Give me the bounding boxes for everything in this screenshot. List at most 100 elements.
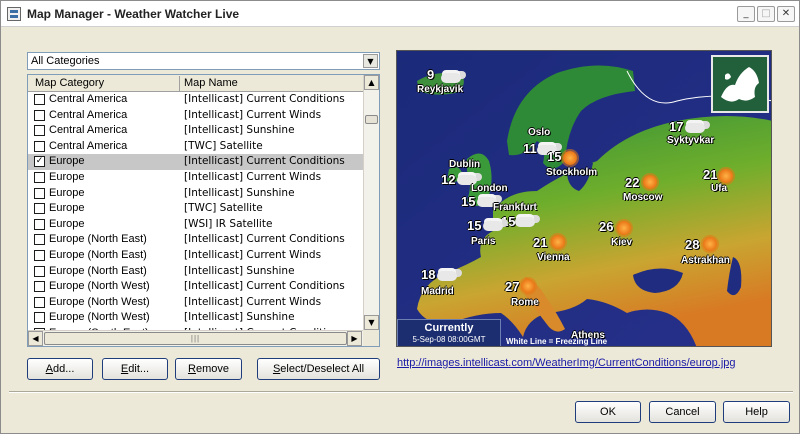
horizontal-scrollbar[interactable]: ◀ ||| ▶ bbox=[28, 330, 379, 346]
sun-icon bbox=[617, 221, 631, 235]
list-row[interactable]: Europe [Intellicast] Sunshine bbox=[28, 186, 364, 202]
city-temp-rome: 27 bbox=[505, 279, 520, 294]
city-label-syktyvkar: Syktyvkar bbox=[667, 135, 715, 146]
help-button[interactable]: Help bbox=[723, 401, 790, 423]
row-checkbox[interactable] bbox=[34, 140, 45, 152]
list-row[interactable]: Central America [Intellicast] Sunshine bbox=[28, 123, 364, 139]
row-checkbox[interactable] bbox=[34, 249, 45, 261]
add-button[interactable]: Add... bbox=[27, 358, 93, 380]
row-checkbox[interactable] bbox=[34, 94, 45, 105]
row-map-category: Europe (North East) bbox=[49, 248, 147, 261]
city-label-oslo: Oslo bbox=[528, 127, 551, 138]
row-map-name: [Intellicast] Sunshine bbox=[184, 186, 295, 199]
scroll-right-icon[interactable]: ▶ bbox=[347, 331, 362, 346]
row-map-name: [Intellicast] Current Conditions bbox=[184, 280, 345, 293]
list-row[interactable]: Europe (North West) [Intellicast] Sunshin… bbox=[28, 310, 364, 326]
row-map-category: Europe bbox=[49, 217, 85, 230]
city-temp-paris: 15 bbox=[467, 218, 482, 233]
sun-icon bbox=[703, 237, 717, 251]
list-rows: Central America [Intellicast] Current Con… bbox=[28, 92, 364, 330]
cloud-sun-icon bbox=[441, 73, 461, 83]
scrollbar-corner bbox=[363, 330, 379, 346]
scroll-left-icon[interactable]: ◀ bbox=[28, 331, 43, 346]
row-checkbox[interactable] bbox=[34, 234, 45, 246]
row-checkbox[interactable] bbox=[34, 171, 45, 183]
row-map-name: [Intellicast] Sunshine bbox=[184, 311, 295, 324]
list-row[interactable]: Central America [Intellicast] Current Win… bbox=[28, 108, 364, 124]
vertical-scrollbar[interactable]: ▲ ▼ bbox=[363, 75, 379, 330]
edit-button[interactable]: Edit... bbox=[102, 358, 168, 380]
row-map-name: [Intellicast] Current Conditions bbox=[184, 233, 345, 246]
current-time-box: Currently 5-Sep-08 08:00GMT bbox=[397, 319, 501, 346]
sun-icon bbox=[719, 169, 733, 183]
chevron-down-icon[interactable]: ▼ bbox=[363, 54, 378, 68]
row-map-category: Europe (North West) bbox=[49, 280, 150, 293]
current-label: Currently bbox=[424, 322, 474, 334]
category-dropdown[interactable]: All Categories ▼ bbox=[27, 52, 380, 70]
city-temp-madrid: 18 bbox=[421, 267, 436, 282]
column-header-map-category[interactable]: Map Category bbox=[35, 77, 104, 89]
sun-icon bbox=[643, 175, 657, 189]
row-checkbox[interactable] bbox=[34, 125, 45, 137]
row-map-name: [WSI] IR Satellite bbox=[184, 217, 273, 230]
city-temp-frankfurt: 15 bbox=[501, 214, 516, 229]
city-label-london: London bbox=[471, 183, 508, 194]
horizontal-scroll-thumb[interactable]: ||| bbox=[44, 332, 347, 345]
row-checkbox[interactable] bbox=[34, 109, 45, 121]
map-list[interactable]: Map Category Map Name Central America [In… bbox=[27, 74, 380, 347]
remove-button[interactable]: Remove bbox=[175, 358, 242, 380]
list-row[interactable]: Europe (North East) [Intellicast] Sunshin… bbox=[28, 264, 364, 280]
city-label-frankfurt: Frankfurt bbox=[493, 202, 537, 213]
city-label-moscow: Moscow bbox=[623, 192, 663, 203]
row-checkbox[interactable] bbox=[34, 281, 45, 293]
list-row[interactable]: Europe [TWC] Satellite bbox=[28, 201, 364, 217]
row-map-name: [Intellicast] Current Winds bbox=[184, 170, 322, 183]
list-row[interactable]: Europe (North East) [Intellicast] Current… bbox=[28, 248, 364, 264]
row-map-category: Central America bbox=[49, 124, 128, 137]
city-label-rome: Rome bbox=[511, 297, 539, 308]
city-label-kiev: Kiev bbox=[611, 237, 633, 248]
maximize-button[interactable]: □ bbox=[757, 6, 775, 22]
list-row[interactable]: Europe [WSI] IR Satellite bbox=[28, 217, 364, 233]
scroll-down-icon[interactable]: ▼ bbox=[364, 315, 379, 330]
list-row[interactable]: Central America [Intellicast] Current Con… bbox=[28, 92, 364, 108]
city-temp-astrakhan: 28 bbox=[685, 237, 700, 252]
list-row[interactable]: Europe (North West) [Intellicast] Current… bbox=[28, 279, 364, 295]
row-checkbox[interactable] bbox=[34, 265, 45, 277]
select-deselect-all-button[interactable]: Select/Deselect All bbox=[257, 358, 380, 380]
row-checkbox[interactable] bbox=[34, 218, 45, 230]
list-row[interactable]: Europe (North East) [Intellicast] Current… bbox=[28, 232, 364, 248]
row-checkbox[interactable] bbox=[34, 203, 45, 215]
row-checkbox[interactable]: ✓ bbox=[34, 156, 45, 168]
row-checkbox[interactable] bbox=[34, 296, 45, 308]
column-divider[interactable] bbox=[179, 76, 180, 91]
map-manager-window: Map Manager - Weather Watcher Live _ □ ✕… bbox=[0, 0, 800, 434]
close-button[interactable]: ✕ bbox=[777, 6, 795, 22]
row-map-name: [TWC] Satellite bbox=[184, 202, 263, 215]
row-map-category: Europe (North West) bbox=[49, 295, 150, 308]
city-temp-london: 15 bbox=[461, 194, 476, 209]
row-checkbox[interactable] bbox=[34, 312, 45, 324]
cancel-button[interactable]: Cancel bbox=[649, 401, 716, 423]
row-checkbox[interactable] bbox=[34, 187, 45, 199]
city-temp-vienna: 21 bbox=[533, 235, 548, 250]
list-row[interactable]: Europe [Intellicast] Current Winds bbox=[28, 170, 364, 186]
ok-button[interactable]: OK bbox=[575, 401, 641, 423]
minimize-button[interactable]: _ bbox=[737, 6, 755, 22]
city-label-reykjavik: Reykjavik bbox=[417, 84, 464, 95]
column-header-map-name[interactable]: Map Name bbox=[184, 77, 238, 89]
list-row[interactable]: Europe (North West) [Intellicast] Current… bbox=[28, 295, 364, 311]
scroll-up-icon[interactable]: ▲ bbox=[364, 75, 379, 90]
city-label-dublin: Dublin bbox=[449, 159, 481, 170]
sun-icon bbox=[521, 279, 535, 293]
scroll-thumb[interactable] bbox=[365, 115, 378, 124]
row-map-name: [Intellicast] Current Winds bbox=[184, 295, 322, 308]
freezing-line-note: White Line = Freezing Line bbox=[506, 337, 608, 346]
map-url-link[interactable]: http://images.intellicast.com/WeatherImg… bbox=[397, 357, 736, 369]
title-bar[interactable]: Map Manager - Weather Watcher Live _ □ ✕ bbox=[1, 1, 799, 27]
list-row[interactable]: ✓ Europe [Intellicast] Current Conditions bbox=[28, 154, 364, 170]
list-row[interactable]: Central America [TWC] Satellite bbox=[28, 139, 364, 155]
row-map-name: [Intellicast] Current Winds bbox=[184, 248, 322, 261]
category-dropdown-value: All Categories bbox=[31, 55, 100, 67]
window-title: Map Manager - Weather Watcher Live bbox=[27, 7, 240, 21]
